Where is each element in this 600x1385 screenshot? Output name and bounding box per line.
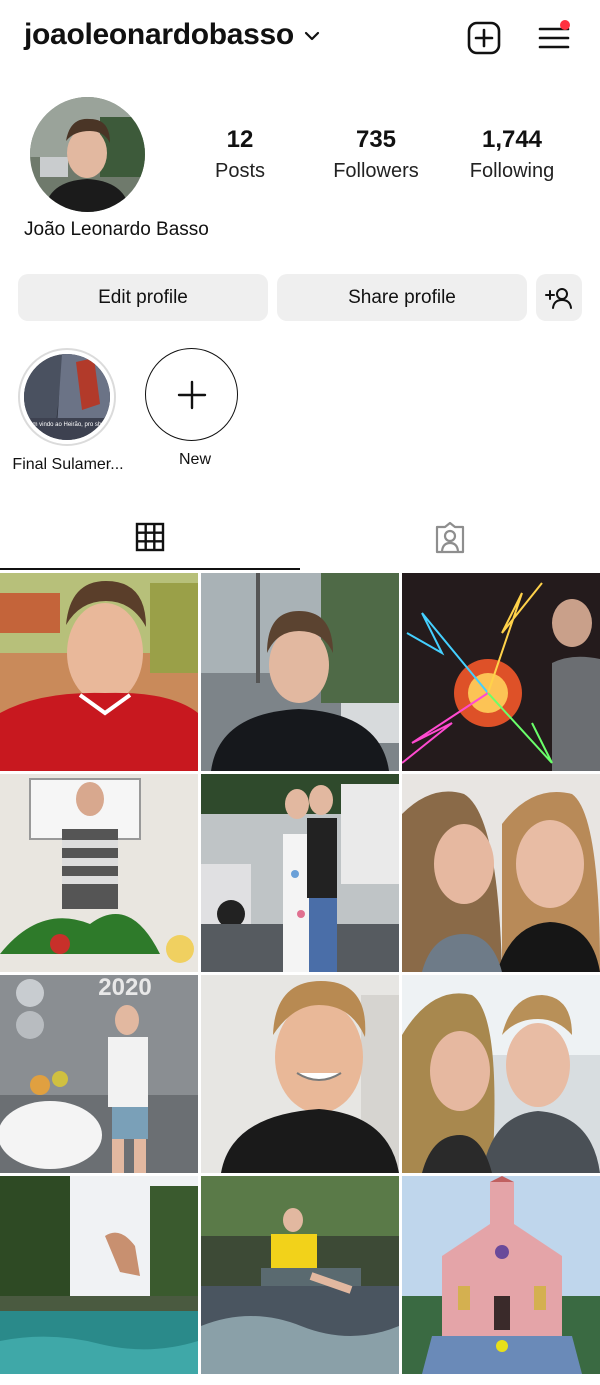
grid-post[interactable]: [201, 1176, 399, 1374]
grid-post[interactable]: [201, 774, 399, 972]
stat-posts[interactable]: 12 Posts: [170, 126, 310, 183]
menu-button[interactable]: [536, 20, 572, 56]
post-photo: [402, 975, 600, 1173]
grid-post[interactable]: [402, 774, 600, 972]
stat-followers[interactable]: 735 Followers: [306, 126, 446, 183]
following-label: Following: [469, 160, 555, 182]
followers-label: Followers: [333, 160, 419, 182]
followers-count: 735: [355, 126, 397, 153]
grid-post[interactable]: [402, 1176, 600, 1374]
following-count: 1,744: [481, 126, 543, 153]
grid-post[interactable]: [402, 573, 600, 771]
notification-dot: [560, 20, 570, 30]
grid-post[interactable]: [0, 774, 198, 972]
highlight-cover-text: Bem vindo ao Heirão, pro show: [25, 422, 109, 428]
stat-following[interactable]: 1,744 Following: [442, 126, 582, 183]
grid-icon: [135, 522, 165, 552]
tab-tagged[interactable]: [300, 506, 600, 570]
highlight-cover-image: Bem vindo ao Heirão, pro show: [24, 354, 110, 440]
add-person-icon: [545, 287, 572, 309]
post-photo: [0, 774, 198, 972]
profile-header: joaoleonardobasso: [0, 0, 600, 78]
plus-icon: [177, 380, 206, 409]
chevron-down-icon[interactable]: [304, 28, 320, 44]
post-photo: [402, 573, 600, 771]
tagged-person-icon: [435, 521, 465, 554]
posts-label: Posts: [214, 160, 266, 182]
post-photo: [201, 573, 399, 771]
highlight-ring: Bem vindo ao Heirão, pro show: [18, 348, 116, 446]
highlight-label: Final Sulamer...: [12, 456, 124, 473]
post-photo: [201, 975, 399, 1173]
new-highlight-button[interactable]: New: [145, 348, 245, 469]
grid-post[interactable]: 2020: [0, 975, 198, 1173]
post-photo: 2020: [0, 975, 198, 1173]
avatar[interactable]: [30, 97, 145, 212]
grid-post[interactable]: [201, 573, 399, 771]
post-photo: [201, 1176, 399, 1374]
tab-posts-grid[interactable]: [0, 506, 300, 570]
grid-post[interactable]: [201, 975, 399, 1173]
create-post-button[interactable]: [466, 20, 502, 56]
new-highlight-label: New: [178, 451, 211, 468]
avatar-photo: [30, 97, 145, 212]
edit-profile-button[interactable]: Edit profile: [18, 274, 268, 321]
discover-people-button[interactable]: [536, 274, 582, 321]
profile-tabs: [0, 506, 600, 570]
post-photo: [402, 774, 600, 972]
post-photo: [0, 1176, 198, 1374]
grid-post[interactable]: [0, 1176, 198, 1374]
username-switcher[interactable]: joaoleonardobasso: [24, 18, 294, 52]
grid-post[interactable]: [0, 573, 198, 771]
posts-count: 12: [226, 126, 254, 153]
post-photo: [402, 1176, 600, 1374]
post-photo: [0, 573, 198, 771]
post-overlay-text: 2020: [98, 975, 151, 1001]
new-highlight-ring: [145, 348, 238, 441]
grid-post[interactable]: [402, 975, 600, 1173]
post-photo: [201, 774, 399, 972]
share-profile-button[interactable]: Share profile: [277, 274, 527, 321]
highlight-final-sulamericana[interactable]: Bem vindo ao Heirão, pro show Final Sula…: [12, 348, 124, 474]
full-name: João Leonardo Basso: [24, 219, 209, 240]
highlight-cover: Bem vindo ao Heirão, pro show: [24, 354, 110, 440]
add-post-icon: [467, 21, 501, 55]
